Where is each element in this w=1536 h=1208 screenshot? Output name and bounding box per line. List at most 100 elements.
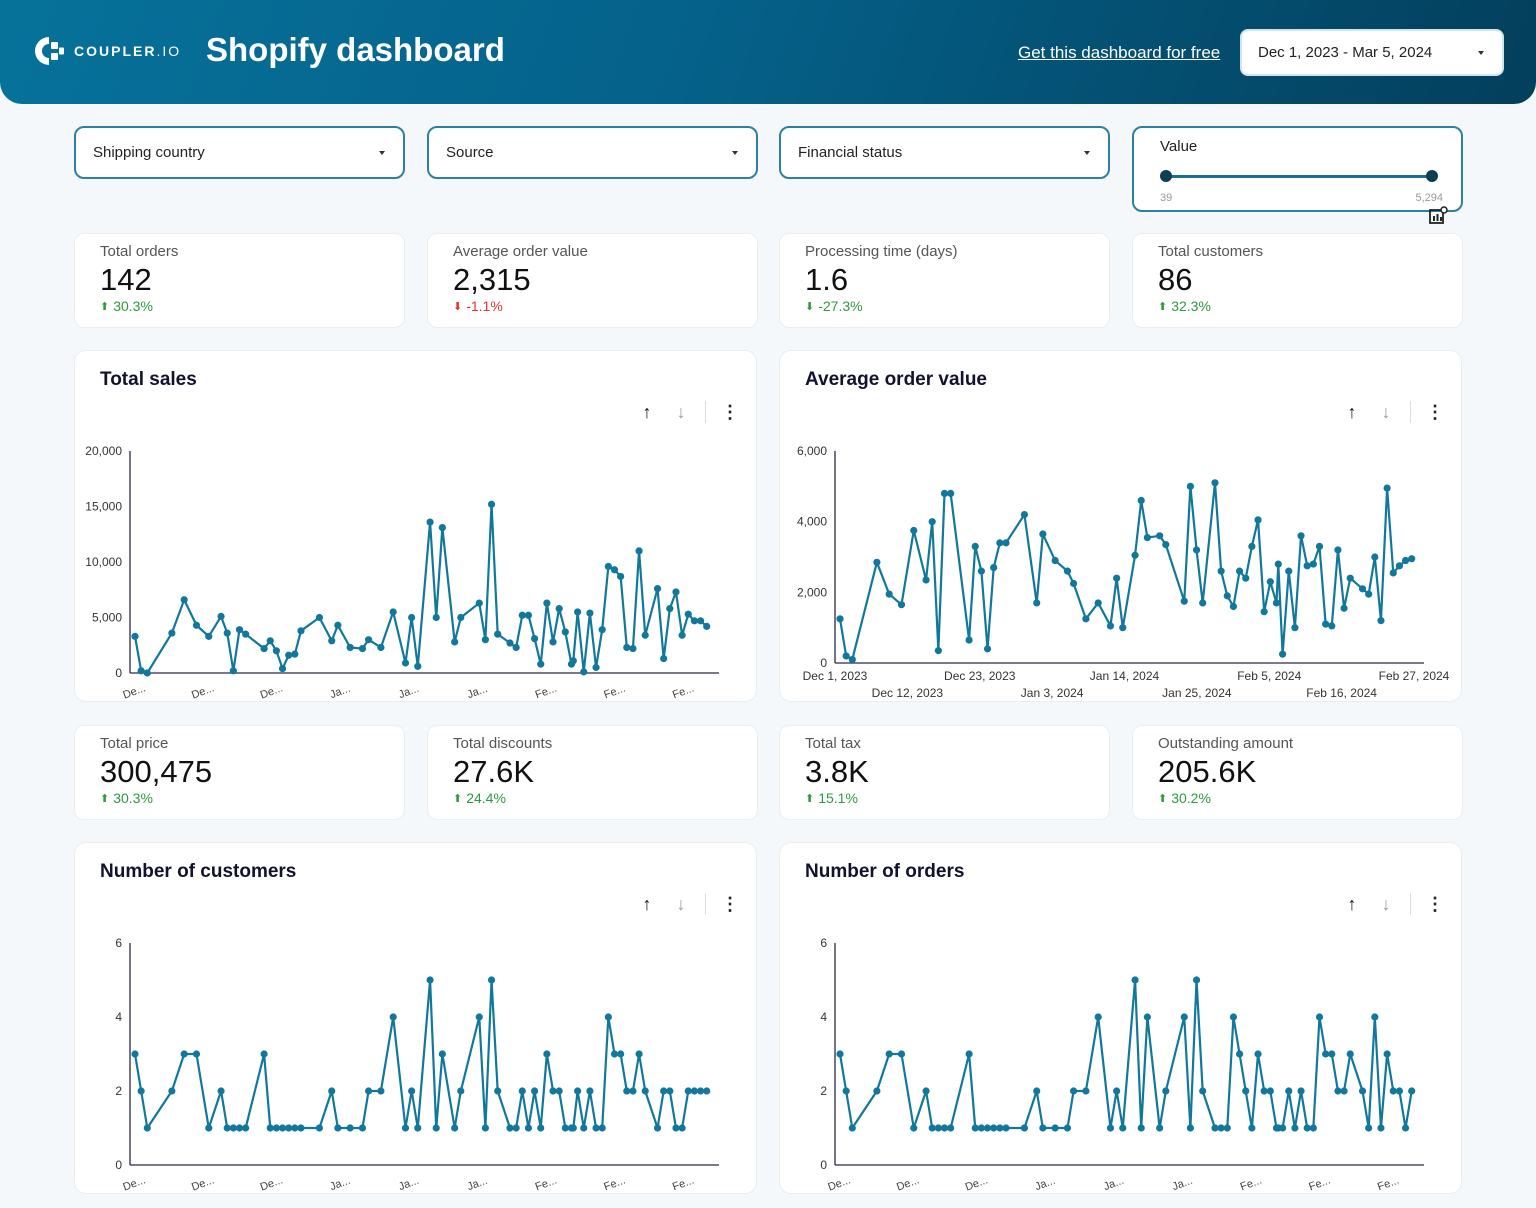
data-point[interactable] [965, 636, 973, 644]
data-point[interactable] [291, 650, 299, 658]
data-point[interactable] [1094, 1013, 1102, 1021]
data-point[interactable] [481, 1124, 489, 1132]
data-point[interactable] [1371, 553, 1379, 561]
slider-max-handle[interactable] [1426, 170, 1438, 182]
data-point[interactable] [291, 1124, 299, 1132]
data-point[interactable] [1192, 546, 1201, 554]
data-point[interactable] [1162, 1087, 1170, 1095]
data-point[interactable] [848, 655, 856, 664]
data-point[interactable] [506, 1124, 514, 1132]
data-point[interactable] [1309, 560, 1317, 568]
data-point[interactable] [592, 663, 600, 672]
data-point[interactable] [487, 500, 496, 508]
data-point[interactable] [1137, 1124, 1145, 1132]
data-point[interactable] [242, 630, 250, 638]
data-point[interactable] [836, 1050, 844, 1058]
data-point[interactable] [328, 637, 336, 645]
data-point[interactable] [1315, 542, 1324, 550]
data-point[interactable] [401, 659, 410, 667]
data-point[interactable] [1082, 1087, 1090, 1095]
data-point[interactable] [1395, 1087, 1404, 1095]
data-point[interactable] [617, 1050, 625, 1058]
data-point[interactable] [217, 612, 225, 620]
data-point[interactable] [592, 1124, 600, 1132]
data-point[interactable] [1063, 567, 1072, 575]
data-point[interactable] [1070, 1087, 1078, 1095]
data-point[interactable] [555, 1087, 563, 1095]
data-point[interactable] [598, 1124, 606, 1132]
data-point[interactable] [1334, 1087, 1342, 1095]
data-point[interactable] [1408, 1087, 1416, 1095]
data-point[interactable] [131, 1050, 139, 1058]
data-point[interactable] [297, 627, 305, 635]
data-point[interactable] [1063, 1124, 1072, 1132]
get-dashboard-link[interactable]: Get this dashboard for free [1018, 43, 1220, 63]
data-point[interactable] [266, 1124, 274, 1132]
data-point[interactable] [555, 605, 563, 613]
data-point[interactable] [438, 1050, 446, 1058]
data-point[interactable] [297, 1124, 305, 1132]
data-point[interactable] [235, 1124, 244, 1132]
data-point[interactable] [574, 1087, 582, 1095]
data-point[interactable] [143, 669, 151, 677]
data-point[interactable] [922, 1087, 930, 1095]
data-point[interactable] [524, 1124, 533, 1132]
data-point[interactable] [432, 1124, 440, 1132]
data-point[interactable] [180, 1050, 188, 1058]
data-point[interactable] [278, 1124, 287, 1132]
data-point[interactable] [1291, 1124, 1299, 1132]
data-point[interactable] [947, 1124, 955, 1132]
data-point[interactable] [426, 518, 434, 526]
data-point[interactable] [1106, 622, 1115, 630]
data-point[interactable] [690, 617, 699, 625]
data-point[interactable] [641, 1087, 649, 1095]
data-point[interactable] [524, 611, 533, 619]
data-point[interactable] [1358, 585, 1367, 593]
data-point[interactable] [414, 662, 422, 670]
data-point[interactable] [1106, 1124, 1115, 1132]
data-point[interactable] [506, 639, 514, 647]
data-point[interactable] [629, 644, 637, 653]
data-point[interactable] [1285, 567, 1293, 575]
data-point[interactable] [928, 518, 936, 526]
data-point[interactable] [1020, 1124, 1029, 1132]
data-point[interactable] [873, 558, 881, 566]
data-point[interactable] [1274, 560, 1282, 568]
data-point[interactable] [481, 636, 489, 644]
data-point[interactable] [1291, 624, 1299, 632]
data-point[interactable] [569, 1124, 577, 1132]
data-point[interactable] [1377, 1124, 1385, 1132]
data-point[interactable] [965, 1050, 973, 1058]
data-point[interactable] [414, 1124, 422, 1132]
data-point[interactable] [487, 976, 496, 984]
data-point[interactable] [1322, 620, 1330, 628]
data-point[interactable] [1279, 1124, 1287, 1132]
data-point[interactable] [703, 622, 711, 630]
data-point[interactable] [315, 1124, 324, 1132]
data-point[interactable] [885, 590, 893, 598]
data-point[interactable] [223, 1124, 231, 1132]
data-point[interactable] [1180, 1013, 1188, 1021]
data-point[interactable] [617, 572, 625, 581]
data-point[interactable] [1217, 567, 1225, 575]
data-point[interactable] [334, 621, 342, 629]
data-point[interactable] [494, 1087, 502, 1095]
data-point[interactable] [1113, 1087, 1121, 1095]
data-point[interactable] [561, 628, 569, 636]
data-point[interactable] [977, 1124, 985, 1132]
data-point[interactable] [1309, 1124, 1317, 1132]
data-point[interactable] [432, 613, 440, 622]
data-point[interactable] [586, 1087, 594, 1095]
data-point[interactable] [1383, 1050, 1391, 1058]
data-point[interactable] [137, 667, 145, 675]
data-point[interactable] [1322, 1050, 1330, 1058]
data-point[interactable] [315, 613, 324, 622]
data-point[interactable] [1377, 617, 1385, 625]
data-point[interactable] [1094, 599, 1102, 607]
data-point[interactable] [1401, 556, 1410, 565]
data-point[interactable] [518, 611, 526, 619]
data-point[interactable] [1223, 1124, 1231, 1132]
data-point[interactable] [131, 632, 139, 640]
data-point[interactable] [1365, 1124, 1373, 1132]
data-point[interactable] [1235, 1050, 1244, 1058]
